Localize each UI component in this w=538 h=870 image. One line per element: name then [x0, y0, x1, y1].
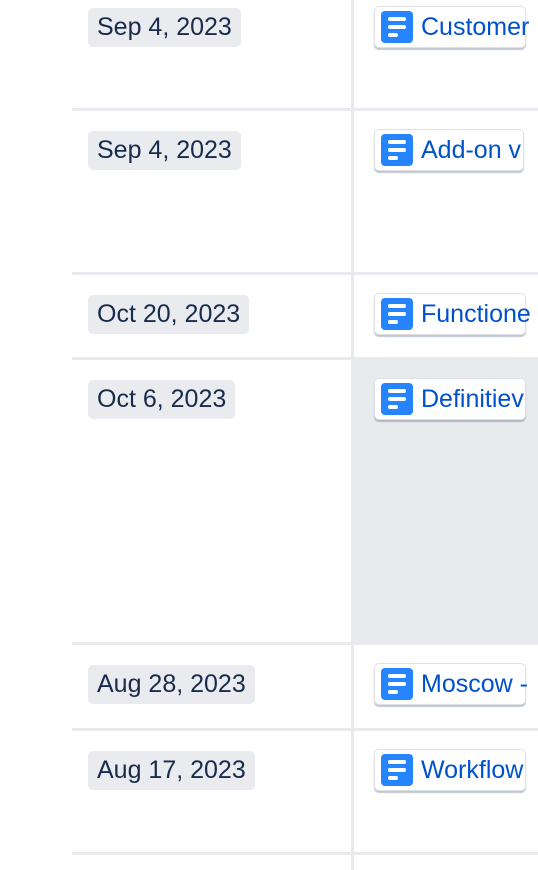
page-title: Add-on v [421, 135, 522, 164]
page-title: Workflow [421, 755, 524, 784]
pages-table: Sep 4, 2023 Customer Sep 4, 2023 Add-on … [72, 0, 538, 870]
page-icon [381, 754, 413, 786]
table-row: Aug 17, 2023 Workflow [72, 731, 538, 855]
page-title: Definitiev [421, 384, 524, 413]
date-chip: Aug 17, 2023 [88, 751, 255, 790]
page-icon [381, 11, 413, 43]
page-link[interactable]: Definitiev [374, 378, 526, 420]
page-link[interactable]: Add-on v [374, 129, 525, 171]
table-row: Sep 4, 2023 Add-on v [72, 111, 538, 275]
page-icon [381, 668, 413, 700]
page-icon [381, 134, 413, 166]
table-row: Oct 6, 2023 Definitiev [72, 360, 538, 645]
date-chip: Oct 20, 2023 [88, 295, 250, 334]
date-chip: Sep 4, 2023 [88, 131, 241, 170]
table-row [72, 855, 538, 870]
page-icon [381, 383, 413, 415]
page-link[interactable]: Moscow - [374, 663, 528, 705]
date-chip: Oct 6, 2023 [88, 380, 236, 419]
page-icon [381, 298, 413, 330]
page-link[interactable]: Workflow [374, 749, 526, 791]
date-chip: Aug 28, 2023 [88, 665, 255, 704]
page-title: Moscow - [421, 669, 528, 698]
page-link[interactable]: Functione [374, 293, 531, 335]
table-row: Aug 28, 2023 Moscow - [72, 645, 538, 731]
table-row: Sep 4, 2023 Customer [72, 0, 538, 111]
date-chip: Sep 4, 2023 [88, 8, 241, 47]
table-row: Oct 20, 2023 Functione [72, 275, 538, 360]
page-title: Functione [421, 299, 531, 328]
page-link[interactable]: Customer [374, 6, 530, 48]
page-title: Customer [421, 12, 530, 41]
